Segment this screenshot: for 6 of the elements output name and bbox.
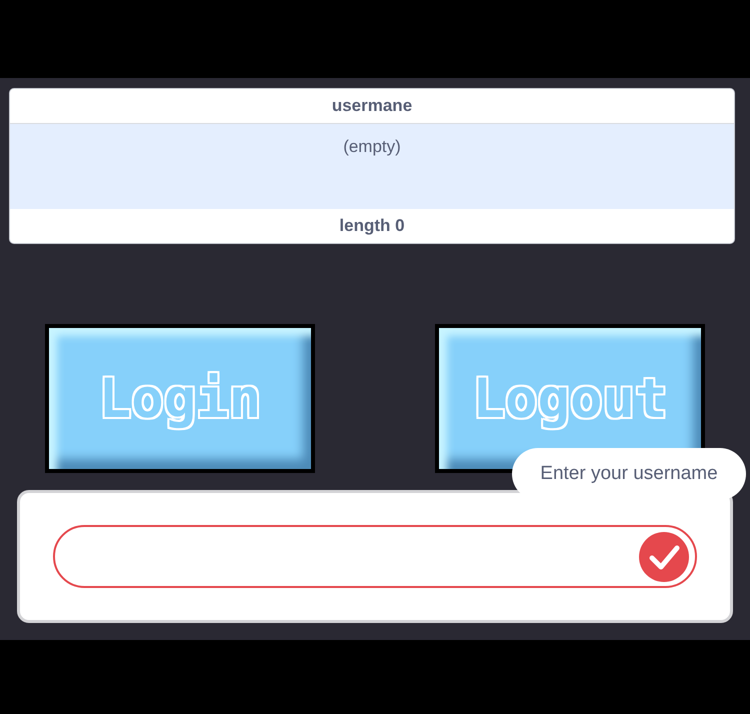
check-icon[interactable] xyxy=(639,532,689,582)
monitor-value: (empty) xyxy=(343,136,401,158)
monitor-length: length 0 xyxy=(338,215,406,238)
sprite-button[interactable]: Login xyxy=(45,324,315,473)
speech-tooltip: Enter your username xyxy=(512,448,746,500)
answer-field[interactable] xyxy=(53,525,697,588)
